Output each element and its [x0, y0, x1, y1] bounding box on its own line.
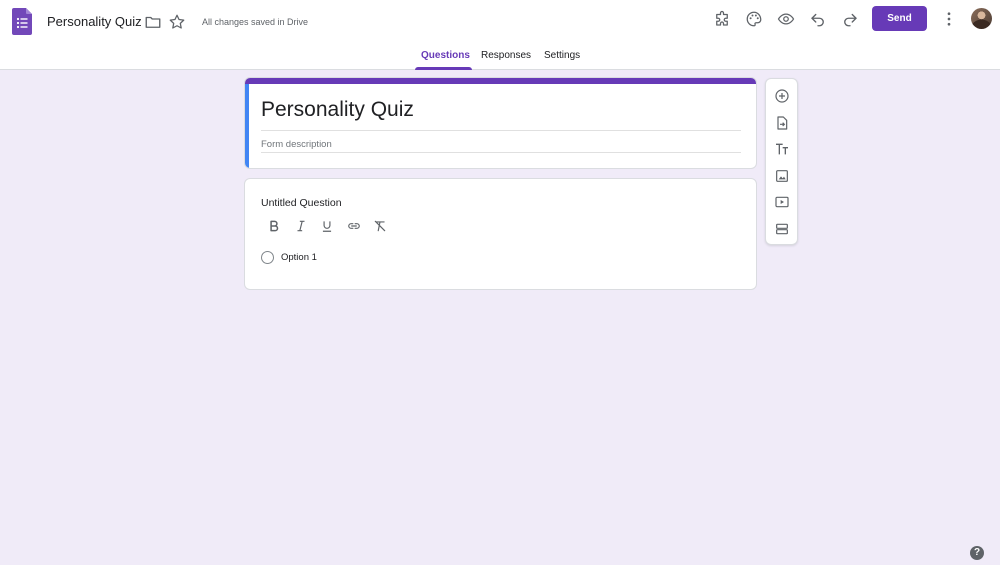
forms-logo-icon[interactable]: [12, 8, 32, 35]
radio-button[interactable]: [261, 251, 274, 264]
undo-icon[interactable]: [806, 7, 830, 31]
tab-bar: Questions Responses Settings: [0, 44, 1000, 70]
addon-puzzle-icon[interactable]: [710, 7, 734, 31]
tab-responses[interactable]: Responses: [481, 50, 531, 61]
focus-indicator-bar: [245, 84, 249, 168]
link-icon[interactable]: [345, 217, 363, 235]
add-title-icon[interactable]: [773, 140, 791, 158]
add-question-icon[interactable]: [773, 87, 791, 105]
question-card[interactable]: Untitled Question Option 1: [244, 178, 757, 290]
form-title[interactable]: Personality Quiz: [261, 98, 414, 122]
divider: [261, 130, 741, 131]
avatar[interactable]: [971, 8, 992, 29]
form-description-field[interactable]: Form description: [261, 139, 332, 150]
option-label[interactable]: Option 1: [281, 252, 317, 263]
star-icon[interactable]: [165, 10, 189, 34]
folder-icon[interactable]: [141, 10, 165, 34]
form-title-card[interactable]: Personality Quiz Form description: [244, 77, 757, 169]
app-header: Personality Quiz All changes saved in Dr…: [0, 0, 1000, 70]
title-accent-bar: [245, 78, 756, 84]
bold-icon[interactable]: [265, 217, 283, 235]
send-button[interactable]: Send: [872, 6, 927, 31]
add-section-icon[interactable]: [773, 220, 791, 238]
underline-icon[interactable]: [318, 217, 336, 235]
italic-icon[interactable]: [292, 217, 310, 235]
active-tab-indicator: [415, 67, 472, 70]
import-questions-icon[interactable]: [773, 114, 791, 132]
more-vert-icon[interactable]: [937, 7, 961, 31]
divider: [261, 152, 741, 153]
floating-toolbar: [765, 78, 798, 245]
document-title[interactable]: Personality Quiz: [47, 14, 142, 29]
tab-questions[interactable]: Questions: [421, 50, 470, 61]
add-image-icon[interactable]: [773, 167, 791, 185]
question-title-field[interactable]: Untitled Question: [261, 197, 342, 209]
preview-eye-icon[interactable]: [774, 7, 798, 31]
palette-icon[interactable]: [742, 7, 766, 31]
save-status: All changes saved in Drive: [202, 17, 309, 27]
clear-format-icon[interactable]: [371, 217, 389, 235]
tab-settings[interactable]: Settings: [544, 50, 580, 61]
redo-icon[interactable]: [838, 7, 862, 31]
add-video-icon[interactable]: [773, 193, 791, 211]
help-icon[interactable]: ?: [970, 546, 984, 560]
